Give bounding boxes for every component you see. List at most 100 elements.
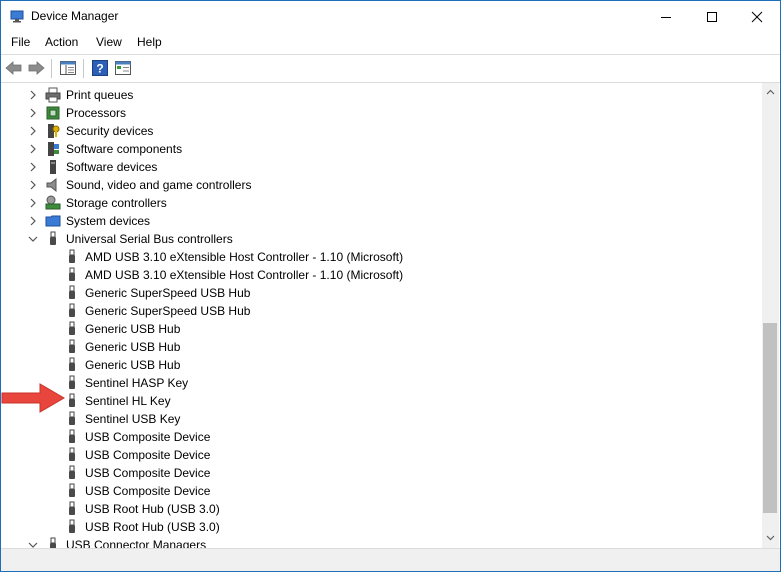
tree-usb-device-sentinel-hl-key[interactable]: Sentinel HL Key [1, 392, 761, 410]
tree-category-system-devices[interactable]: System devices [1, 212, 761, 230]
tree-usb-device[interactable]: Sentinel HASP Key [1, 374, 761, 392]
tree-category-print-queues[interactable]: Print queues [1, 86, 761, 104]
usb-plug-icon [69, 267, 75, 281]
tree-usb-device[interactable]: Sentinel USB Key [1, 410, 761, 428]
tree-item-label: Software components [66, 142, 183, 156]
tree-item-label: Universal Serial Bus controllers [66, 232, 233, 246]
tree-item-label: Generic USB Hub [85, 340, 181, 354]
close-icon [751, 11, 763, 22]
chevron-right-icon[interactable] [27, 143, 39, 155]
tree-item-label: Print queues [66, 88, 134, 102]
tree-category-usb-connector-managers[interactable]: USB Connector Managers [1, 536, 761, 548]
scrollbar-thumb[interactable] [763, 323, 777, 513]
tree-item-label: Generic USB Hub [85, 322, 181, 336]
tree-usb-device[interactable]: Generic USB Hub [1, 356, 761, 374]
maximize-icon [707, 11, 717, 22]
toolbar-separator [83, 59, 84, 78]
toolbar: ? [1, 54, 780, 83]
tree-category-software-components[interactable]: Software components [1, 140, 761, 158]
tree-item-label: USB Connector Managers [66, 538, 207, 548]
vertical-scrollbar[interactable] [762, 83, 779, 548]
back-arrow-icon [5, 61, 22, 75]
tree-item-label: Sentinel HL Key [85, 394, 171, 408]
title-bar[interactable]: Device Manager [1, 1, 780, 32]
tree-usb-device[interactable]: USB Composite Device [1, 446, 761, 464]
chevron-right-icon[interactable] [27, 107, 39, 119]
tree-usb-device[interactable]: Generic SuperSpeed USB Hub [1, 302, 761, 320]
tree-item-label: Sound, video and game controllers [66, 178, 252, 192]
software-component-icon [48, 142, 59, 156]
usb-plug-icon [50, 231, 56, 245]
tree-category-software-devices[interactable]: Software devices [1, 158, 761, 176]
tree-item-label: USB Root Hub (USB 3.0) [85, 502, 220, 516]
usb-plug-icon [69, 429, 75, 443]
tree-usb-device[interactable]: USB Root Hub (USB 3.0) [1, 500, 761, 518]
tree-item-label: USB Composite Device [85, 466, 211, 480]
tree-item-label: USB Composite Device [85, 448, 211, 462]
usb-plug-icon [69, 339, 75, 353]
help-icon: ? [92, 60, 108, 76]
red-annotation-arrow [1, 383, 65, 413]
tree-item-label: USB Composite Device [85, 430, 211, 444]
tree-item-label: Sentinel HASP Key [85, 376, 189, 390]
tree-item-label: Security devices [66, 124, 154, 138]
console-tree-icon [60, 61, 76, 75]
device-tree[interactable]: Print queues Processors Security devices… [1, 83, 762, 548]
tree-usb-device[interactable]: Generic USB Hub [1, 320, 761, 338]
tree-category-sound-video-game[interactable]: Sound, video and game controllers [1, 176, 761, 194]
tree-usb-device[interactable]: USB Composite Device [1, 482, 761, 500]
chevron-right-icon[interactable] [27, 161, 39, 173]
scroll-down-arrow-icon[interactable] [766, 535, 775, 541]
tree-usb-device[interactable]: USB Root Hub (USB 3.0) [1, 518, 761, 536]
device-manager-window: Device Manager File Action View Help ? P… [0, 0, 781, 572]
minimize-button[interactable] [643, 1, 689, 32]
tree-category-security-devices[interactable]: Security devices [1, 122, 761, 140]
tree-item-label: System devices [66, 214, 151, 228]
tree-item-label: Generic SuperSpeed USB Hub [85, 304, 251, 318]
chevron-right-icon[interactable] [27, 215, 39, 227]
menu-bar: File Action View Help [1, 32, 780, 53]
maximize-button[interactable] [689, 1, 735, 32]
tree-item-label: Generic SuperSpeed USB Hub [85, 286, 251, 300]
chevron-right-icon[interactable] [27, 197, 39, 209]
close-button[interactable] [734, 1, 780, 32]
printer-icon [45, 87, 61, 103]
back-button[interactable] [5, 59, 23, 77]
tree-category-usb-controllers[interactable]: Universal Serial Bus controllers [1, 230, 761, 248]
usb-plug-icon [69, 357, 75, 371]
usb-plug-icon [50, 537, 56, 548]
processor-chip-icon [46, 106, 60, 120]
menu-action[interactable]: Action [45, 35, 78, 49]
speaker-icon [46, 177, 57, 193]
tree-category-storage-controllers[interactable]: Storage controllers [1, 194, 761, 212]
tree-item-label: Software devices [66, 160, 158, 174]
tree-usb-device[interactable]: Generic SuperSpeed USB Hub [1, 284, 761, 302]
system-devices-folder-icon [45, 215, 61, 227]
chevron-right-icon[interactable] [27, 89, 39, 101]
chevron-down-icon[interactable] [27, 539, 39, 548]
tree-usb-device[interactable]: AMD USB 3.10 eXtensible Host Controller … [1, 266, 761, 284]
tree-category-processors[interactable]: Processors [1, 104, 761, 122]
chevron-right-icon[interactable] [27, 125, 39, 137]
usb-plug-icon [69, 447, 75, 461]
chevron-right-icon[interactable] [27, 179, 39, 191]
tree-item-label: AMD USB 3.10 eXtensible Host Controller … [85, 250, 404, 264]
tree-usb-device[interactable]: USB Composite Device [1, 428, 761, 446]
help-button[interactable]: ? [91, 59, 109, 77]
toolbar-separator [51, 59, 52, 78]
tree-usb-device[interactable]: Generic USB Hub [1, 338, 761, 356]
scroll-up-arrow-icon[interactable] [766, 89, 775, 95]
tree-item-label: Generic USB Hub [85, 358, 181, 372]
usb-plug-icon [69, 249, 75, 263]
usb-plug-icon [69, 303, 75, 317]
show-hide-console-tree-button[interactable] [59, 59, 77, 77]
forward-button[interactable] [27, 59, 45, 77]
menu-view[interactable]: View [96, 35, 122, 49]
menu-help[interactable]: Help [137, 35, 162, 49]
chevron-down-icon[interactable] [27, 233, 39, 245]
menu-file[interactable]: File [11, 35, 30, 49]
usb-plug-icon [69, 285, 75, 299]
tree-usb-device[interactable]: AMD USB 3.10 eXtensible Host Controller … [1, 248, 761, 266]
properties-pane-button[interactable] [114, 59, 132, 77]
tree-usb-device[interactable]: USB Composite Device [1, 464, 761, 482]
